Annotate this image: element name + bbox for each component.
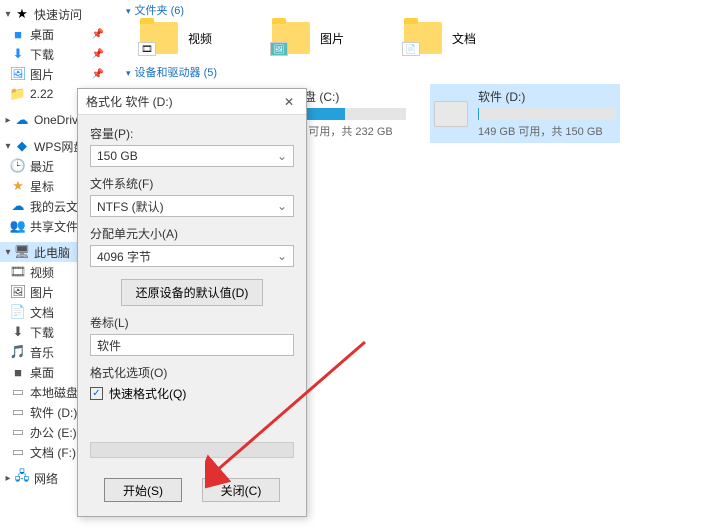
desktop-icon: ■	[10, 26, 26, 42]
pin-icon: 📌	[92, 69, 104, 80]
drive-icon: ▭	[10, 404, 26, 420]
close-button[interactable]: 关闭(C)	[202, 478, 280, 502]
section-drives[interactable]: 设备和驱动器 (5)	[126, 64, 717, 80]
music-icon: 🎵	[10, 344, 26, 360]
options-label: 格式化选项(O)	[90, 364, 294, 381]
dialog-title: 格式化 软件 (D:)	[86, 93, 173, 110]
sidebar-item-downloads[interactable]: ⬇下载📌	[0, 44, 110, 64]
pin-icon: 📌	[92, 29, 104, 40]
drive-bar	[478, 108, 616, 120]
star-icon: ★	[10, 178, 26, 194]
download-icon: ⬇	[10, 324, 26, 340]
doc-icon: 📄	[10, 304, 26, 320]
folder-pictures[interactable]: 🖼图片	[272, 22, 344, 54]
dialog-titlebar: 格式化 软件 (D:) ✕	[78, 89, 306, 115]
sidebar-item-pictures[interactable]: 🖼图片📌	[0, 64, 110, 84]
volume-label: 卷标(L)	[90, 314, 294, 331]
folder-icon: 🖼	[272, 22, 310, 54]
folder-icon: 📄	[404, 22, 442, 54]
alloc-select[interactable]: 4096 字节	[90, 245, 294, 267]
folder-video[interactable]: 🎞视频	[140, 22, 212, 54]
restore-defaults-button[interactable]: 还原设备的默认值(D)	[121, 279, 264, 306]
alloc-label: 分配单元大小(A)	[90, 225, 294, 242]
checkbox-icon: ✓	[90, 387, 103, 400]
star-icon: ★	[14, 6, 30, 22]
drive-icon: ▭	[10, 444, 26, 460]
capacity-select[interactable]: 150 GB	[90, 145, 294, 167]
drive-icon	[434, 101, 468, 127]
folder-icon: 🎞	[140, 22, 178, 54]
folder-icon: 📁	[10, 86, 26, 102]
drive-d[interactable]: 软件 (D:) 149 GB 可用，共 150 GB	[430, 84, 620, 143]
folder-documents[interactable]: 📄文档	[404, 22, 476, 54]
filesystem-label: 文件系统(F)	[90, 175, 294, 192]
drive-icon: ▭	[10, 384, 26, 400]
close-button[interactable]: ✕	[280, 95, 298, 109]
format-dialog: 格式化 软件 (D:) ✕ 容量(P): 150 GB 文件系统(F) NTFS…	[77, 88, 307, 517]
progress-bar	[90, 442, 294, 458]
start-button[interactable]: 开始(S)	[104, 478, 182, 502]
cloud-icon: ☁	[10, 198, 26, 214]
sidebar-item-desktop[interactable]: ■桌面📌	[0, 24, 110, 44]
section-folders[interactable]: 文件夹 (6)	[126, 2, 717, 18]
pictures-icon: 🖼	[10, 66, 26, 82]
download-icon: ⬇	[10, 46, 26, 62]
capacity-label: 容量(P):	[90, 125, 294, 142]
desktop-icon: ■	[10, 364, 26, 380]
quick-format-checkbox[interactable]: ✓ 快速格式化(Q)	[90, 385, 294, 402]
pc-icon: 🖥	[14, 244, 30, 260]
wps-icon: ◆	[14, 138, 30, 154]
clock-icon: 🕒	[10, 158, 26, 174]
pictures-icon: 🖼	[10, 284, 26, 300]
pin-icon: 📌	[92, 49, 104, 60]
share-icon: 👥	[10, 218, 26, 234]
sidebar-quick-access[interactable]: ▾★快速访问	[0, 4, 110, 24]
onedrive-icon: ☁	[14, 112, 30, 128]
filesystem-select[interactable]: NTFS (默认)	[90, 195, 294, 217]
drive-icon: ▭	[10, 424, 26, 440]
video-icon: 🎞	[10, 264, 26, 280]
volume-input[interactable]: 软件	[90, 334, 294, 356]
network-icon: 🖧	[14, 470, 30, 486]
